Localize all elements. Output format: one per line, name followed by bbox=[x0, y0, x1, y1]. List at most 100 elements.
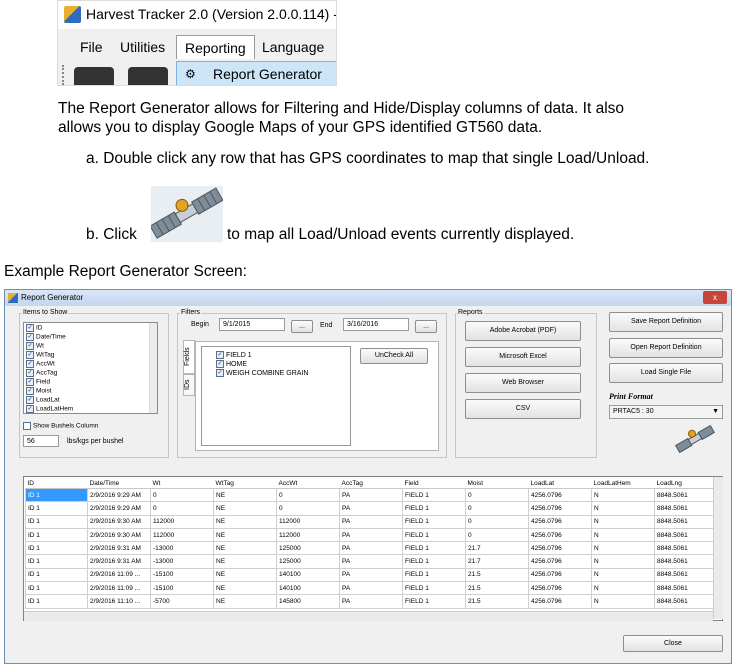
uncheck-all-button[interactable]: UnCheck All bbox=[360, 348, 428, 364]
table-cell: 0 bbox=[276, 487, 340, 503]
item-loadlathem[interactable]: ✓ LoadLatHem bbox=[26, 405, 73, 413]
grid-vertical-scrollbar[interactable] bbox=[713, 477, 723, 619]
column-header[interactable]: LoadLatHem bbox=[591, 478, 655, 489]
item-label: Moist bbox=[36, 387, 52, 395]
table-cell: 8848.5061 bbox=[654, 487, 716, 503]
filters-label: Filters bbox=[180, 309, 202, 316]
save-report-definition-button[interactable]: Save Report Definition bbox=[609, 312, 723, 332]
table-cell: ID 1 bbox=[25, 581, 88, 596]
table-cell: 21.7 bbox=[465, 554, 529, 569]
table-cell: N bbox=[591, 567, 655, 583]
export-pdf-button[interactable]: Adobe Acrobat (PDF) bbox=[465, 321, 581, 341]
table-cell: FIELD 1 bbox=[402, 501, 466, 516]
table-cell: 8848.5061 bbox=[654, 514, 716, 529]
table-row[interactable]: ID 1 2/9/2016 11:10 ... -5700 NE 145800 PA FIE… bbox=[25, 594, 716, 609]
intro-line-2: allows you to display Google Maps of you… bbox=[58, 119, 543, 136]
column-header[interactable]: AccWt bbox=[276, 478, 340, 489]
begin-date-picker-button[interactable]: ... bbox=[291, 320, 313, 333]
menu-report-generator[interactable]: ⚙ Report Generator bbox=[176, 61, 336, 85]
table-cell: N bbox=[591, 501, 655, 516]
print-format-select[interactable]: PRTAC5 : 30 ▼ bbox=[609, 405, 723, 419]
table-cell: PA bbox=[339, 567, 403, 583]
table-row[interactable]: ID 1 2/9/2016 9:30 AM 112000 NE 112000 PA FIEL… bbox=[25, 514, 716, 529]
checkbox-icon: ✓ bbox=[26, 351, 34, 359]
table-cell: N bbox=[591, 487, 655, 503]
window-close-button[interactable]: x bbox=[703, 291, 727, 304]
table-row[interactable]: ID 1 2/9/2016 9:29 AM 0 NE 0 PA FIELD 1 0 4256.0… bbox=[25, 501, 716, 516]
item-accwt[interactable]: ✓ AccWt bbox=[26, 360, 55, 368]
toolbar-open-icon[interactable] bbox=[74, 67, 114, 85]
column-header[interactable]: AccTag bbox=[339, 478, 403, 489]
open-report-definition-button[interactable]: Open Report Definition bbox=[609, 338, 723, 358]
column-header[interactable]: LoadLng bbox=[654, 478, 716, 489]
table-cell: PA bbox=[339, 594, 403, 609]
table-cell: PA bbox=[339, 514, 403, 529]
print-format-label: Print Format bbox=[609, 392, 653, 401]
checkbox-icon: ✓ bbox=[216, 351, 224, 359]
table-row[interactable]: ID 1 2/9/2016 11:09 ... -15100 NE 140100 PA FI… bbox=[25, 581, 716, 596]
export-web-browser-button[interactable]: Web Browser bbox=[465, 373, 581, 393]
item-moist[interactable]: ✓ Moist bbox=[26, 387, 52, 395]
column-header[interactable]: ID bbox=[25, 478, 88, 489]
item-loadlat[interactable]: ✓ LoadLat bbox=[26, 396, 60, 404]
table-row[interactable]: ID 1 2/9/2016 11:09 ... -15100 NE 140100 PA FI… bbox=[25, 567, 716, 583]
table-cell: FIELD 1 bbox=[402, 567, 466, 583]
satellite-map-icon[interactable] bbox=[675, 423, 715, 455]
item-wt[interactable]: ✓ Wt bbox=[26, 342, 44, 350]
report-generator-icon: ⚙ bbox=[185, 67, 196, 81]
item-label: Field bbox=[36, 378, 51, 386]
table-row[interactable]: ID 1 2/9/2016 9:31 AM -13000 NE 125000 PA FIEL… bbox=[25, 541, 716, 556]
bushel-weight-input[interactable]: 56 bbox=[23, 435, 59, 447]
table-cell: 145800 bbox=[276, 594, 340, 609]
menu-language[interactable]: Language bbox=[262, 39, 324, 55]
field-item-home[interactable]: ✓ HOME bbox=[216, 360, 247, 368]
table-cell: ID 1 bbox=[25, 594, 88, 609]
column-header[interactable]: LoadLat bbox=[528, 478, 592, 489]
column-header[interactable]: Wt bbox=[150, 478, 214, 489]
table-row[interactable]: ID 1 2/9/2016 9:31 AM -13000 NE 125000 PA FIEL… bbox=[25, 554, 716, 569]
tab-fields[interactable]: Fields bbox=[183, 340, 195, 374]
table-cell: 4256.0796 bbox=[528, 567, 592, 583]
table-row[interactable]: ID 1 2/9/2016 9:30 AM 112000 NE 112000 PA FIEL… bbox=[25, 527, 716, 543]
column-header[interactable]: Moist bbox=[465, 478, 529, 489]
table-cell: PA bbox=[339, 581, 403, 596]
satellite-map-icon[interactable] bbox=[151, 186, 223, 242]
column-header[interactable]: Date/Time bbox=[87, 478, 151, 489]
items-list-scrollbar[interactable] bbox=[149, 323, 157, 413]
item-wttag[interactable]: ✓ WtTag bbox=[26, 351, 54, 359]
table-row[interactable]: ID 1 2/9/2016 9:29 AM 0 NE 0 PA FIELD 1 0 4256.0… bbox=[25, 487, 716, 503]
export-csv-button[interactable]: CSV bbox=[465, 399, 581, 419]
load-single-file-button[interactable]: Load Single File bbox=[609, 363, 723, 383]
intro-line-1: The Report Generator allows for Filterin… bbox=[58, 100, 625, 117]
table-cell: 2/9/2016 11:09 ... bbox=[87, 567, 151, 583]
close-button[interactable]: Close bbox=[623, 635, 723, 652]
begin-date-input[interactable]: 9/1/2015 bbox=[219, 318, 285, 331]
field-item-weigh-combine-grain[interactable]: ✓ WEIGH COMBINE GRAIN bbox=[216, 369, 308, 377]
item-acctag[interactable]: ✓ AccTag bbox=[26, 369, 57, 377]
item-label: Wt bbox=[36, 342, 44, 350]
field-filter-list[interactable]: ✓ FIELD 1 ✓ HOME ✓ WEIGH COMBINE GRAIN bbox=[201, 346, 351, 446]
items-list[interactable]: ✓ ID ✓ Date/Time ✓ Wt ✓ WtTag ✓ AccWt ✓ AccTag… bbox=[23, 322, 158, 414]
field-item-label: HOME bbox=[226, 360, 247, 368]
menu-utilities[interactable]: Utilities bbox=[120, 39, 165, 55]
show-bushels-checkbox[interactable]: Show Bushels Column bbox=[23, 422, 98, 430]
table-cell: PA bbox=[339, 554, 403, 569]
column-header[interactable]: Field bbox=[402, 478, 466, 489]
field-item-field1[interactable]: ✓ FIELD 1 bbox=[216, 351, 252, 359]
grid-horizontal-scrollbar[interactable] bbox=[24, 611, 713, 621]
menu-file[interactable]: File bbox=[80, 39, 103, 55]
end-date-input[interactable]: 3/16/2016 bbox=[343, 318, 409, 331]
toolbar-save-icon[interactable] bbox=[128, 67, 168, 85]
tab-ids[interactable]: IDs bbox=[183, 374, 195, 396]
menu-reporting[interactable]: Reporting bbox=[176, 35, 255, 59]
item-datetime[interactable]: ✓ Date/Time bbox=[26, 333, 66, 341]
end-date-picker-button[interactable]: ... bbox=[415, 320, 437, 333]
column-header[interactable]: WtTag bbox=[213, 478, 277, 489]
table-cell: N bbox=[591, 581, 655, 596]
item-field[interactable]: ✓ Field bbox=[26, 378, 50, 386]
item-id[interactable]: ✓ ID bbox=[26, 324, 43, 332]
table-cell: N bbox=[591, 527, 655, 543]
export-excel-button[interactable]: Microsoft Excel bbox=[465, 347, 581, 367]
table-cell: 125000 bbox=[276, 554, 340, 569]
table-cell: NE bbox=[213, 514, 277, 529]
